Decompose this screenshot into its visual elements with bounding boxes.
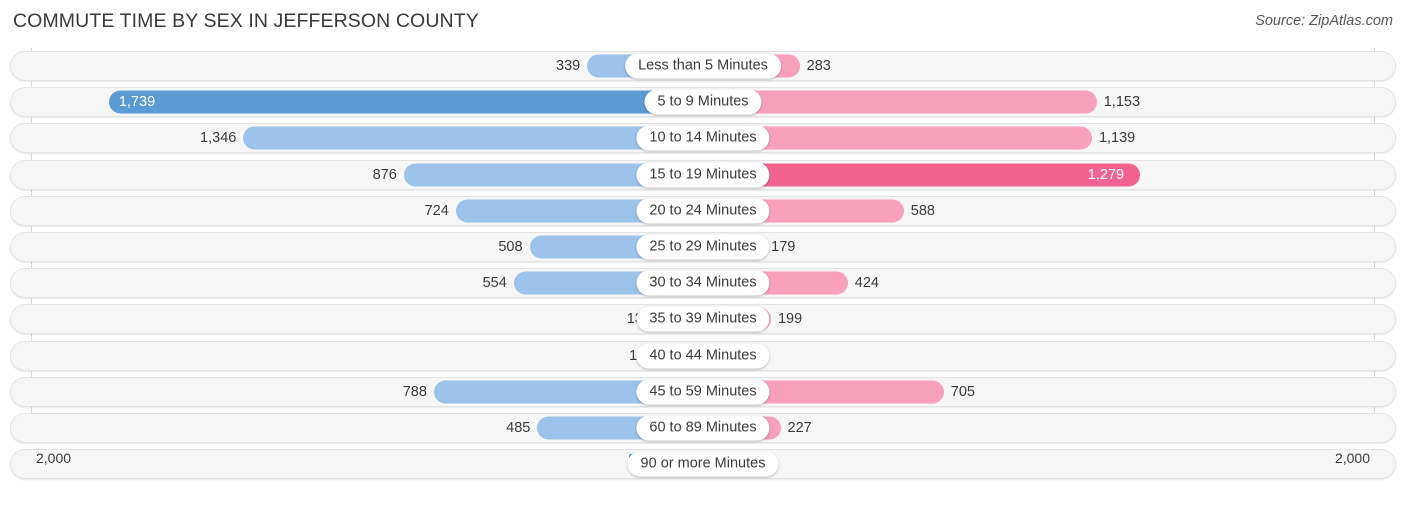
bar-track: 724 588 20 to 24 Minutes <box>10 195 1396 226</box>
bar-rows: 339 283 Less than 5 Minutes 1,739 1,153 5 to … <box>0 48 1406 482</box>
bar-track: 1,346 1,139 10 to 14 Minutes <box>10 123 1396 154</box>
bar-row: 554 424 30 to 34 Minutes <box>0 265 1406 301</box>
category-label-pill: 30 to 34 Minutes <box>636 270 770 296</box>
bar-row: 339 283 Less than 5 Minutes <box>0 48 1406 84</box>
bar-value-male: 554 <box>482 275 507 292</box>
bar-value-male: 724 <box>424 202 449 219</box>
bar-row: 1,739 1,153 5 to 9 Minutes <box>0 84 1406 120</box>
bar-row: 1258440 to 44 Minutes <box>0 338 1406 374</box>
category-label-pill: 15 to 19 Minutes <box>636 162 770 188</box>
category-label-pill: Less than 5 Minutes <box>625 53 781 79</box>
category-label-pill: 5 to 9 Minutes <box>644 89 762 115</box>
bar-value-male: 508 <box>498 238 523 255</box>
bar-row: 788 705 45 to 59 Minutes <box>0 374 1406 410</box>
bar-value-female: 424 <box>854 275 879 292</box>
bar-track: 485 227 60 to 89 Minutes <box>10 412 1396 443</box>
bar-track: 508 179 25 to 29 Minutes <box>10 231 1396 262</box>
bar-row: 508 179 25 to 29 Minutes <box>0 229 1406 265</box>
bar-track: 554 424 30 to 34 Minutes <box>10 268 1396 299</box>
category-label-pill: 25 to 29 Minutes <box>636 234 770 260</box>
bar-value-male: 788 <box>402 383 427 400</box>
bar-value-female: 283 <box>806 58 831 74</box>
bar-track: 13219935 to 39 Minutes <box>10 304 1396 335</box>
bar-row: 876 1,279 15 to 19 Minutes <box>0 157 1406 193</box>
bar-value-male: 339 <box>556 58 581 74</box>
bar-value-female: 179 <box>771 238 796 255</box>
category-label-pill: 45 to 59 Minutes <box>636 379 770 405</box>
source-attribution: Source: ZipAtlas.com <box>1255 13 1393 29</box>
chart-header: COMMUTE TIME BY SEX IN JEFFERSON COUNTY … <box>0 0 1406 45</box>
bar-male[interactable] <box>109 90 703 114</box>
bar-female[interactable] <box>703 90 1097 114</box>
bar-value-female: 199 <box>777 311 803 328</box>
bar-value-female: 705 <box>950 383 975 400</box>
bar-track: 788 705 45 to 59 Minutes <box>10 376 1396 407</box>
bar-value-female: 1,279 <box>1087 166 1125 183</box>
category-label-pill: 90 or more Minutes <box>627 451 779 477</box>
bar-value-male: 485 <box>506 419 531 436</box>
bar-track: 1,739 1,153 5 to 9 Minutes <box>10 87 1396 118</box>
category-label-pill: 10 to 14 Minutes <box>636 125 770 151</box>
bar-track: 876 1,279 15 to 19 Minutes <box>10 159 1396 190</box>
bar-value-female: 227 <box>787 419 812 436</box>
bar-row: 1,346 1,139 10 to 14 Minutes <box>0 120 1406 156</box>
bar-row: 724 588 20 to 24 Minutes <box>0 193 1406 229</box>
bar-value-female: 588 <box>910 202 935 219</box>
bar-value-female: 1,139 <box>1098 130 1136 147</box>
bar-value-male: 876 <box>372 166 397 183</box>
bar-row: 485 227 60 to 89 Minutes <box>0 410 1406 446</box>
bar-value-male: 1,739 <box>118 94 156 111</box>
bar-row: 13219935 to 39 Minutes <box>0 301 1406 337</box>
category-label-pill: 35 to 39 Minutes <box>636 306 770 332</box>
page-title: COMMUTE TIME BY SEX IN JEFFERSON COUNTY <box>13 10 479 32</box>
category-label-pill: 60 to 89 Minutes <box>636 415 770 441</box>
bar-value-female: 1,153 <box>1103 94 1141 111</box>
chart-plot-area: 339 283 Less than 5 Minutes 1,739 1,153 5 to … <box>0 48 1406 482</box>
category-label-pill: 40 to 44 Minutes <box>636 343 770 368</box>
bar-track: 1258440 to 44 Minutes <box>10 340 1396 371</box>
bar-track: 339 283 Less than 5 Minutes <box>10 51 1396 81</box>
category-label-pill: 20 to 24 Minutes <box>636 198 770 224</box>
bar-male[interactable] <box>243 126 703 150</box>
bar-value-male: 1,346 <box>200 130 237 147</box>
